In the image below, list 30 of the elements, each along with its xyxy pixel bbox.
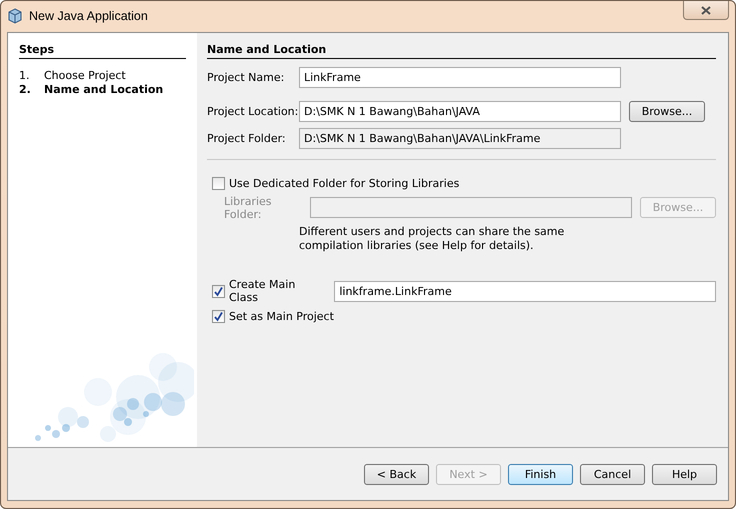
text-field[interactable]: LinkFrame	[299, 67, 621, 88]
wizard-button[interactable]: Cancel	[580, 464, 645, 484]
checkbox-label: Use Dedicated Folder for Storing Libraries	[229, 177, 460, 190]
wizard-button[interactable]: Finish	[508, 464, 573, 484]
cube-icon	[7, 8, 23, 24]
steps-heading: Steps	[19, 43, 186, 59]
text-field[interactable]: D:\SMK N 1 Bawang\Bahan\JAVA	[299, 101, 621, 122]
text-field[interactable]: D:\SMK N 1 Bawang\Bahan\JAVA\LinkFrame	[299, 128, 621, 149]
field-label: Libraries Folder:	[223, 194, 273, 220]
step-label: Choose Project	[44, 69, 126, 83]
wizard-button[interactable]: < Back	[364, 464, 429, 484]
text-field[interactable]: linkframe.LinkFrame	[334, 280, 716, 302]
checkbox-label: Set as Main Project	[229, 310, 334, 323]
wizard-button[interactable]: Help	[652, 464, 717, 484]
checkbox-label: Create Main Class	[229, 278, 296, 304]
window-title: New Java Application	[29, 9, 148, 23]
checkbox[interactable]	[212, 284, 225, 298]
close-button[interactable]	[683, 1, 729, 20]
checkbox[interactable]	[212, 310, 225, 323]
field-label: Project Location:	[207, 105, 299, 118]
close-icon	[701, 6, 711, 14]
step-number: 1.	[19, 69, 30, 83]
help-text: Different users and projects can share the same compilation libraries (see Help for details).	[299, 225, 566, 253]
browse-button[interactable]: Browse...	[629, 101, 705, 122]
section-heading: Name and Location	[207, 43, 716, 59]
step-number: 2.	[19, 83, 32, 97]
checkbox[interactable]	[212, 177, 225, 190]
step-label: Name and Location	[44, 83, 164, 97]
field-label: Project Name:	[207, 71, 286, 84]
field-label: Project Folder:	[207, 132, 287, 145]
